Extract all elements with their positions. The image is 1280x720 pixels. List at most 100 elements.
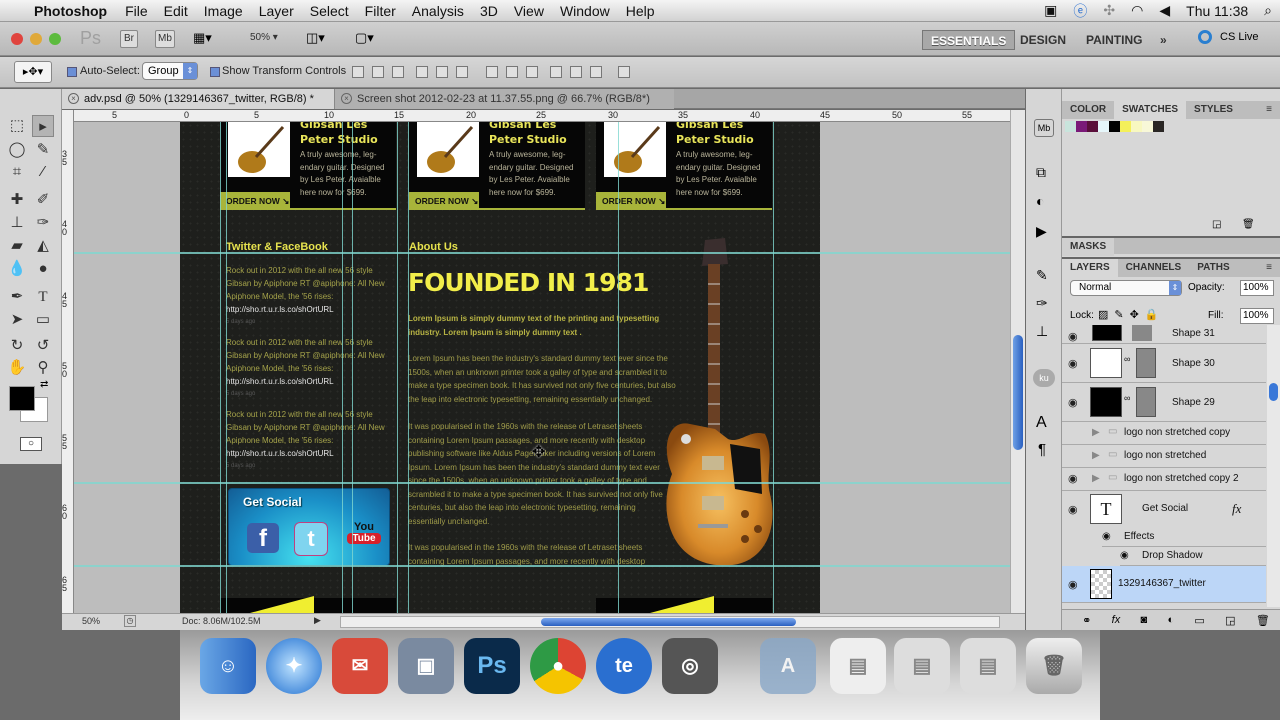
align-top-icon[interactable] — [352, 66, 364, 78]
auto-select-checkbox[interactable] — [67, 67, 77, 77]
3d-orbit-tool-icon[interactable]: ↺ — [32, 335, 54, 357]
guide-vertical[interactable] — [773, 122, 774, 613]
layer-row-selected[interactable]: ◉ 1329146367_twitter — [1062, 566, 1266, 603]
dock-downloads-stack[interactable]: ▤ — [894, 638, 950, 694]
marquee-tool-icon[interactable]: ⬚ — [6, 115, 28, 137]
volume-icon[interactable]: ◀ — [1151, 2, 1178, 19]
tweet-url[interactable]: http://sho.rt.u.r.ls.co/shOrtURL — [226, 303, 396, 316]
bridge-button[interactable]: Br — [120, 30, 138, 48]
vertical-ruler[interactable]: 35 40 45 50 55 60 65 — [62, 110, 74, 613]
adjustments-panel-icon[interactable]: ◐ — [1036, 193, 1044, 209]
swatch[interactable] — [1131, 121, 1142, 132]
show-transform-checkbox[interactable] — [210, 67, 220, 77]
link-layers-icon[interactable]: ⚭ — [1082, 614, 1091, 627]
healing-brush-tool-icon[interactable]: ✚ — [6, 189, 28, 211]
zoom-level-dropdown[interactable]: 50% ▾ — [250, 32, 278, 43]
layer-group-row[interactable]: ▶ ▭ logo non stretched — [1062, 445, 1266, 468]
close-tab-icon[interactable]: × — [341, 93, 352, 104]
arrange-documents-icon[interactable]: ◫▾ — [306, 30, 325, 46]
menu-help[interactable]: Help — [618, 3, 663, 19]
workspace-design[interactable]: DESIGN — [1012, 30, 1074, 50]
align-right-icon[interactable] — [456, 66, 468, 78]
menu-select[interactable]: Select — [302, 3, 357, 19]
quick-selection-tool-icon[interactable]: ✎ — [32, 139, 54, 161]
paint-bucket-tool-icon[interactable]: ◭ — [32, 235, 54, 257]
swatch[interactable] — [1153, 121, 1164, 132]
align-vcenter-icon[interactable] — [372, 66, 384, 78]
distribute-top-icon[interactable] — [486, 66, 498, 78]
visibility-eye-icon[interactable]: ◉ — [1120, 550, 1129, 561]
swatch[interactable] — [1109, 121, 1120, 132]
add-mask-icon[interactable]: ◙ — [1141, 614, 1148, 626]
guide-horizontal[interactable] — [74, 252, 1010, 254]
screen-mode-icon[interactable]: ▢▾ — [355, 30, 374, 46]
add-style-icon[interactable]: fx — [1112, 614, 1121, 626]
actions-panel-icon[interactable]: ▶ — [1036, 223, 1047, 240]
visibility-eye-icon[interactable]: ◉ — [1068, 357, 1082, 370]
distribute-left-icon[interactable] — [550, 66, 562, 78]
opacity-input[interactable]: 100% — [1240, 280, 1274, 296]
tab-channels[interactable]: CHANNELS — [1118, 259, 1190, 277]
align-hcenter-icon[interactable] — [436, 66, 448, 78]
swatch[interactable] — [1098, 121, 1109, 132]
document-page[interactable]: Gibsan Les Peter Studio A truly awesome,… — [180, 122, 820, 613]
guide-horizontal[interactable] — [74, 482, 1010, 484]
order-now-button[interactable]: ORDER NOW ↘ — [220, 192, 290, 210]
align-left-icon[interactable] — [416, 66, 428, 78]
new-layer-icon[interactable]: ◲ — [1225, 614, 1235, 627]
rectangle-tool-icon[interactable]: ▭ — [32, 309, 54, 331]
canvas-area[interactable]: Gibsan Les Peter Studio A truly awesome,… — [74, 122, 1010, 613]
clock[interactable]: Thu 11:38 — [1178, 3, 1256, 19]
mini-bridge-panel-icon[interactable]: Mb — [1034, 119, 1054, 137]
visibility-eye-icon[interactable]: ◉ — [1068, 330, 1082, 343]
horizontal-scrollbar[interactable] — [340, 616, 1000, 628]
layer-row[interactable]: ◉ ∞ Shape 29 — [1062, 383, 1266, 422]
effects-row[interactable]: ◉ Effects — [1102, 528, 1266, 547]
layer-row[interactable]: ◉ ∞ Shape 30 — [1062, 344, 1266, 383]
dock-screenshots-stack[interactable]: ▤ — [960, 638, 1016, 694]
delete-swatch-icon[interactable]: 🗑 — [1242, 219, 1255, 230]
dock-photoshop[interactable]: Ps — [464, 638, 520, 694]
menu-file[interactable]: File — [117, 3, 156, 19]
lock-icons[interactable]: ▨✎✥🔒 — [1098, 308, 1165, 321]
menu-edit[interactable]: Edit — [156, 3, 196, 19]
align-bottom-icon[interactable] — [392, 66, 404, 78]
menu-app-name[interactable]: Photoshop — [28, 3, 117, 19]
clone-source-icon[interactable]: ⊥ — [1036, 323, 1048, 340]
dock-mail[interactable]: ✉ — [332, 638, 388, 694]
menu-analysis[interactable]: Analysis — [404, 3, 472, 19]
minimize-window-button[interactable] — [30, 33, 42, 45]
dock-applications-folder[interactable]: A — [760, 638, 816, 694]
tab-styles[interactable]: STYLES — [1186, 101, 1241, 119]
distribute-hcenter-icon[interactable] — [570, 66, 582, 78]
tweet-url[interactable]: http://sho.rt.u.r.ls.co/shOrtURL — [226, 375, 396, 388]
expand-arrow-icon[interactable]: ▶ — [1092, 450, 1100, 461]
vertical-scroll-thumb[interactable] — [1013, 335, 1023, 450]
swatch[interactable] — [1065, 121, 1076, 132]
guide-vertical[interactable] — [220, 122, 221, 613]
te-status-icon[interactable]: ⓔ — [1065, 1, 1095, 21]
tab-masks[interactable]: MASKS — [1062, 238, 1115, 256]
tab-layers[interactable]: LAYERS — [1062, 259, 1118, 277]
dock-trash[interactable]: 🗑 — [1026, 638, 1082, 694]
type-tool-icon[interactable]: T — [32, 286, 54, 308]
twitter-icon[interactable]: t — [294, 522, 328, 556]
mini-bridge-button[interactable]: Mb — [155, 30, 175, 48]
move-tool-icon[interactable]: ▸ — [32, 115, 54, 137]
dodge-tool-icon[interactable]: ● — [32, 258, 54, 280]
dock-photo-booth[interactable]: ◎ — [662, 638, 718, 694]
visibility-eye-icon[interactable]: ◉ — [1102, 531, 1111, 542]
guide-vertical[interactable] — [226, 122, 227, 613]
guide-vertical[interactable] — [618, 122, 619, 613]
guide-vertical[interactable] — [397, 122, 398, 613]
auto-align-icon[interactable] — [618, 66, 630, 78]
panel-menu-icon[interactable]: ≡ — [1258, 259, 1280, 277]
status-menu-icon[interactable]: ◷ — [124, 615, 136, 627]
delete-layer-icon[interactable]: 🗑 — [1256, 614, 1270, 627]
horizontal-ruler[interactable]: 5 0 5 10 15 20 25 30 35 40 45 50 55 — [74, 110, 1010, 122]
history-panel-icon[interactable]: ⧉ — [1036, 164, 1046, 181]
layers-scroll-thumb[interactable] — [1269, 383, 1278, 401]
dock-finder[interactable]: ☺ — [200, 638, 256, 694]
close-tab-icon[interactable]: × — [68, 93, 79, 104]
vertical-scrollbar[interactable] — [1010, 110, 1025, 613]
